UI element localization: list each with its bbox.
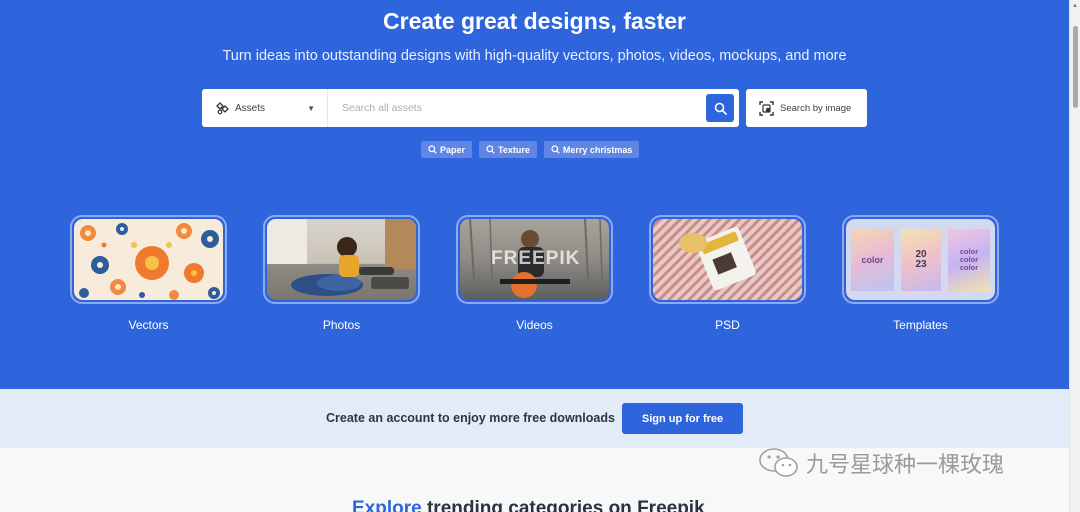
category-label: Videos	[516, 318, 553, 332]
category-templates[interactable]: color 20 23 color color color Templates	[842, 215, 999, 335]
category-thumbnail-frame	[70, 215, 227, 304]
explore-heading-rest: trending categories on Freepik	[421, 498, 705, 512]
category-label: Photos	[322, 318, 361, 332]
category-vectors[interactable]: Vectors	[70, 215, 227, 335]
signup-message: Create an account to enjoy more free dow…	[326, 411, 615, 425]
tag-merry-christmas[interactable]: Merry christmas	[543, 141, 640, 158]
category-thumbnail-frame	[263, 215, 420, 304]
template-card: color	[851, 229, 894, 291]
hero-subtitle: Turn ideas into outstanding designs with…	[222, 48, 847, 64]
hero-title: Create great designs, faster	[383, 8, 686, 34]
wechat-icon	[759, 448, 798, 477]
template-card: color color color	[948, 229, 990, 291]
search-bar: Assets ▼	[202, 89, 739, 127]
search-icon	[428, 145, 437, 154]
search-button[interactable]	[706, 94, 734, 122]
templates-thumbnail: color 20 23 color color color	[846, 219, 995, 300]
suggested-tags: Paper Texture Merry christmas	[421, 141, 640, 158]
watermark: 九号星球种一棵玫瑰	[758, 446, 1004, 480]
category-thumbnail-frame: color 20 23 color color color	[842, 215, 999, 304]
psd-thumbnail	[653, 219, 802, 300]
photos-thumbnail	[267, 219, 416, 300]
template-card-text: color	[861, 255, 884, 265]
tag-label: Paper	[440, 144, 466, 155]
search-by-image-label: Search by image	[780, 102, 852, 114]
category-thumbnail-frame: FREEPIK	[456, 215, 613, 304]
image-search-icon	[759, 100, 774, 116]
scrollbar-thumb[interactable]	[1073, 26, 1078, 108]
explore-heading-accent: Explore	[352, 498, 422, 512]
category-label: Vectors	[128, 318, 169, 332]
page-scrollbar[interactable]: ▲	[1069, 0, 1080, 512]
template-card-text: 20 23	[915, 248, 927, 270]
page: Create great designs, faster Turn ideas …	[0, 0, 1080, 512]
assets-icon	[215, 101, 229, 115]
asset-type-dropdown[interactable]: Assets ▼	[202, 89, 328, 127]
category-label: Templates	[893, 318, 948, 332]
category-psd[interactable]: PSD	[649, 215, 806, 335]
scroll-up-arrow-icon[interactable]: ▲	[1072, 3, 1078, 9]
search-icon	[486, 145, 495, 154]
template-card-text: color color color	[959, 246, 979, 273]
chevron-down-icon: ▼	[307, 103, 315, 113]
watermark-text: 九号星球种一棵玫瑰	[806, 452, 1005, 477]
search-input[interactable]	[328, 89, 706, 127]
signup-banner: Create an account to enjoy more free dow…	[0, 389, 1069, 448]
explore-heading: Explore trending categories on Freepik	[352, 498, 705, 512]
search-icon	[551, 145, 560, 154]
videos-thumbnail: FREEPIK	[460, 219, 609, 300]
category-label: PSD	[715, 318, 740, 332]
asset-type-label: Assets	[235, 102, 266, 114]
vectors-thumbnail	[74, 219, 223, 300]
category-videos[interactable]: FREEPIK Videos	[456, 215, 613, 335]
signup-button[interactable]: Sign up for free	[622, 403, 743, 434]
template-card: 20 23	[901, 229, 941, 291]
tag-label: Merry christmas	[562, 144, 633, 155]
tag-label: Texture	[498, 144, 530, 155]
video-watermark-text: FREEPIK	[491, 248, 581, 269]
category-thumbnail-frame	[649, 215, 806, 304]
search-by-image-button[interactable]: Search by image	[746, 89, 867, 127]
tag-paper[interactable]: Paper	[421, 141, 473, 158]
category-photos[interactable]: Photos	[263, 215, 420, 335]
search-icon	[714, 102, 727, 115]
tag-texture[interactable]: Texture	[479, 141, 537, 158]
